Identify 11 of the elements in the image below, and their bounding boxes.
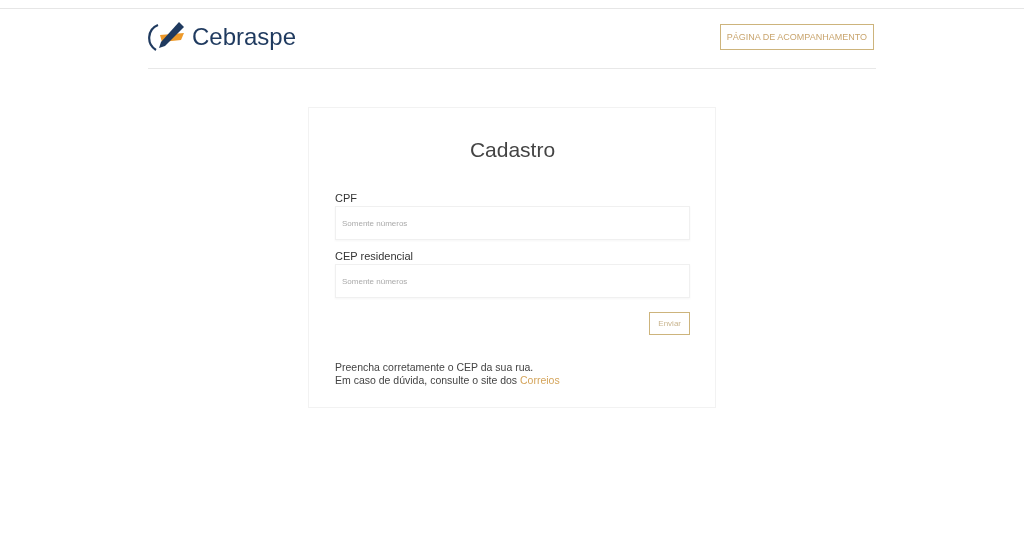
field-label: CEP residencial (335, 250, 415, 262)
input-field[interactable]: Somente números (335, 264, 690, 298)
note-text: Preencha corretamente o CEP da sua rua. (335, 361, 535, 374)
tracking-page-button[interactable]: PÁGINA DE ACOMPANHAMENTO (719, 24, 874, 50)
submit-button[interactable]: Enviar (649, 312, 690, 335)
correios-link[interactable]: Correios (520, 374, 560, 386)
help-text: Em caso de dúvida, consulte o site dos Correios (335, 374, 561, 387)
field-label: CPF (335, 192, 358, 204)
input-field[interactable]: Somente números (335, 206, 690, 240)
form-title: Cadastro (468, 138, 557, 162)
brand-name: Cebraspe (192, 23, 297, 51)
